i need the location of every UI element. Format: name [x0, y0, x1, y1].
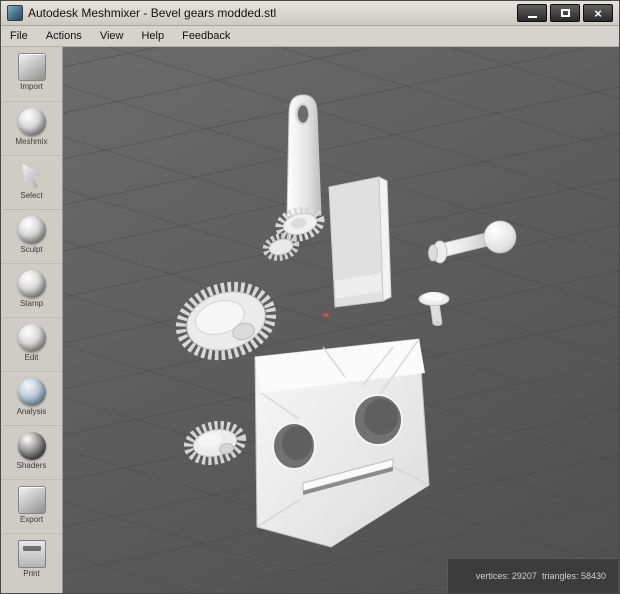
- status-text: vertices: 29207 triangles: 58430: [475, 571, 606, 581]
- scene-3d: [63, 47, 619, 593]
- model-large-gear: [175, 281, 277, 361]
- sidebar-item-sculpt[interactable]: Sculpt: [1, 209, 62, 263]
- menu-help[interactable]: Help: [132, 27, 173, 45]
- analysis-icon: [17, 378, 46, 406]
- print-icon: [17, 540, 46, 568]
- sidebar-item-edit[interactable]: Edit: [1, 317, 62, 371]
- model-pushpin: [418, 292, 450, 326]
- menubar: File Actions View Help Feedback: [1, 26, 619, 47]
- tool-label: Export: [19, 515, 44, 524]
- menu-actions[interactable]: Actions: [37, 27, 91, 45]
- sidebar-item-print[interactable]: Print: [1, 533, 62, 587]
- tool-label: Import: [20, 82, 43, 91]
- sidebar-item-analysis[interactable]: Analysis: [1, 371, 62, 425]
- tool-label: Edit: [24, 353, 39, 362]
- window-title: Autodesk Meshmixer - Bevel gears modded.…: [28, 6, 277, 20]
- minimize-button[interactable]: [517, 4, 547, 22]
- edit-icon: [17, 324, 46, 352]
- menu-file[interactable]: File: [1, 27, 37, 45]
- sidebar-item-export[interactable]: Export: [1, 479, 62, 533]
- close-icon: ×: [594, 5, 602, 21]
- tool-label: Sculpt: [20, 245, 43, 254]
- tool-label: Print: [23, 569, 40, 578]
- sidebar-item-shaders[interactable]: Shaders: [1, 425, 62, 479]
- model-housing: [254, 338, 430, 548]
- sculpt-icon: [17, 216, 46, 244]
- viewport-3d[interactable]: vertices: 29207 triangles: 58430: [63, 47, 619, 593]
- sidebar-item-meshmix[interactable]: Meshmix: [1, 101, 62, 155]
- sidebar-item-select[interactable]: Select: [1, 155, 62, 209]
- model-shaft-gear2: [262, 233, 300, 261]
- origin-marker: [322, 313, 330, 317]
- maximize-button[interactable]: [550, 4, 580, 22]
- titlebar[interactable]: Autodesk Meshmixer - Bevel gears modded.…: [1, 1, 619, 26]
- tool-label: Select: [20, 191, 43, 200]
- maximize-icon: [560, 9, 570, 17]
- model-plate: [328, 176, 392, 308]
- model-shaft: [286, 94, 322, 218]
- tool-label: Meshmix: [15, 137, 48, 146]
- app-icon: [7, 5, 23, 21]
- stamp-icon: [17, 270, 46, 298]
- close-button[interactable]: ×: [583, 4, 613, 22]
- tool-label: Shaders: [16, 461, 47, 470]
- select-icon: [22, 163, 42, 189]
- window-controls: ×: [517, 4, 613, 22]
- menu-view[interactable]: View: [91, 27, 133, 45]
- tool-label: Analysis: [16, 407, 47, 416]
- menu-feedback[interactable]: Feedback: [173, 27, 239, 45]
- shaders-icon: [17, 432, 46, 460]
- toolbar-sidebar: Import Meshmix Select Sculpt Stamp Edit: [1, 47, 63, 593]
- minimize-icon: [527, 16, 537, 18]
- sidebar-item-import[interactable]: Import: [1, 47, 62, 101]
- export-icon: [17, 486, 46, 514]
- meshmixer-window: Autodesk Meshmixer - Bevel gears modded.…: [0, 0, 620, 594]
- meshmix-icon: [17, 108, 46, 136]
- import-icon: [17, 53, 46, 81]
- model-pin: [428, 220, 517, 264]
- status-bar: vertices: 29207 triangles: 58430: [446, 558, 618, 593]
- tool-label: Stamp: [19, 299, 44, 308]
- sidebar-item-stamp[interactable]: Stamp: [1, 263, 62, 317]
- main-area: Import Meshmix Select Sculpt Stamp Edit: [1, 47, 619, 593]
- model-small-gear: [183, 420, 247, 466]
